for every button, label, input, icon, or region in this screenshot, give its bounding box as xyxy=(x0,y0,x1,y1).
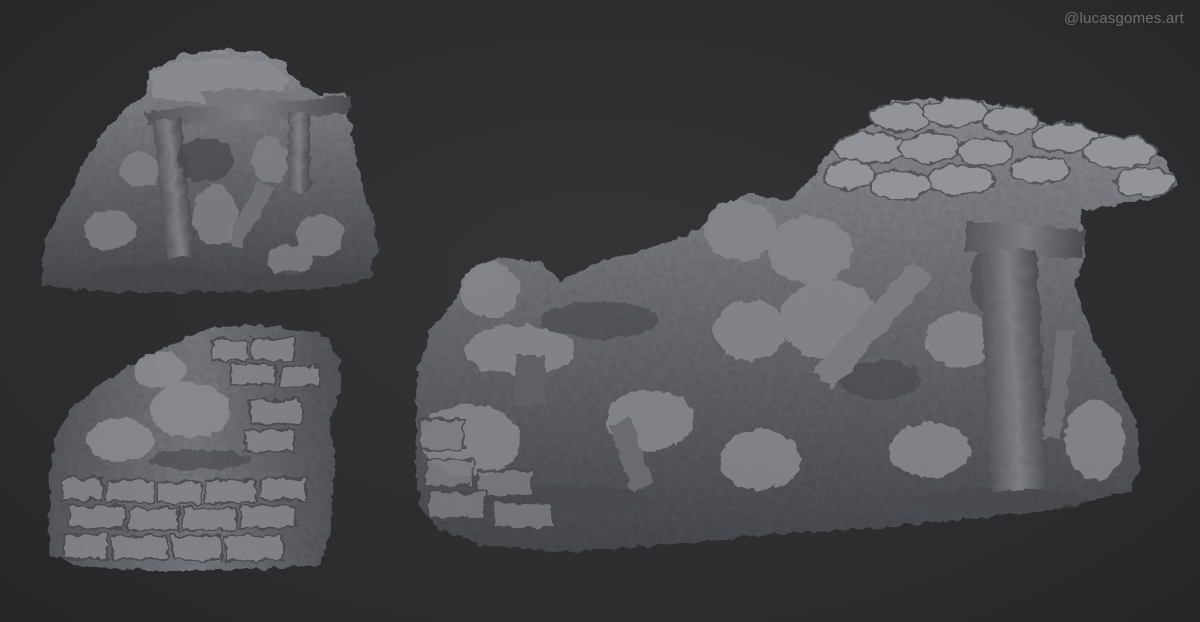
wood-post-right xyxy=(288,112,310,192)
stone xyxy=(268,244,312,276)
shadow-crevice xyxy=(240,272,360,288)
main-right-view xyxy=(415,97,1178,552)
shadow-crevice xyxy=(90,265,210,285)
sculpt-render xyxy=(40,50,1178,570)
shadow-crevice xyxy=(540,302,660,338)
boulder xyxy=(460,262,520,318)
shadow-crevice xyxy=(177,138,233,182)
watermark-text: @lucasgomes.art xyxy=(1064,10,1184,27)
stone xyxy=(134,352,186,388)
bottom-left-view xyxy=(48,325,342,570)
stone xyxy=(86,418,154,462)
boulder xyxy=(890,422,970,478)
shadow-crevice xyxy=(150,450,250,470)
stone xyxy=(84,210,136,250)
shadow-crevice xyxy=(910,488,1090,512)
boulder xyxy=(720,430,800,490)
boulder xyxy=(1065,400,1125,480)
top-left-view xyxy=(40,50,378,292)
stone xyxy=(120,152,160,188)
render-canvas: @lucasgomes.art xyxy=(0,0,1200,622)
wood-plank-broken xyxy=(515,355,545,405)
boulder xyxy=(768,216,852,284)
boulder xyxy=(714,300,786,360)
stone xyxy=(193,185,237,245)
stone xyxy=(150,382,230,438)
boulder xyxy=(704,200,776,260)
stone xyxy=(252,138,288,182)
